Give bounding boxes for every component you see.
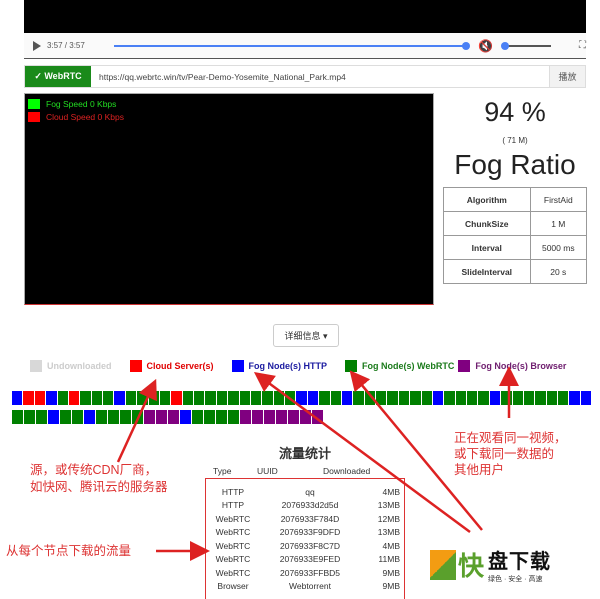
watermark-logo-icon	[430, 549, 456, 580]
watermark-sub: 绿色 · 安全 · 高速	[488, 576, 543, 583]
arrow-to-fog-http	[253, 372, 471, 534]
watermark-kuai: 快	[458, 551, 485, 581]
watermark-main: 盘下载	[488, 551, 552, 573]
watermark: 快 盘下载 绿色 · 安全 · 高速	[430, 545, 551, 584]
arrow-to-cloud-chunk	[116, 378, 157, 463]
arrow-to-fog-webrtc	[349, 370, 483, 531]
annotation-arrows	[116, 366, 519, 561]
